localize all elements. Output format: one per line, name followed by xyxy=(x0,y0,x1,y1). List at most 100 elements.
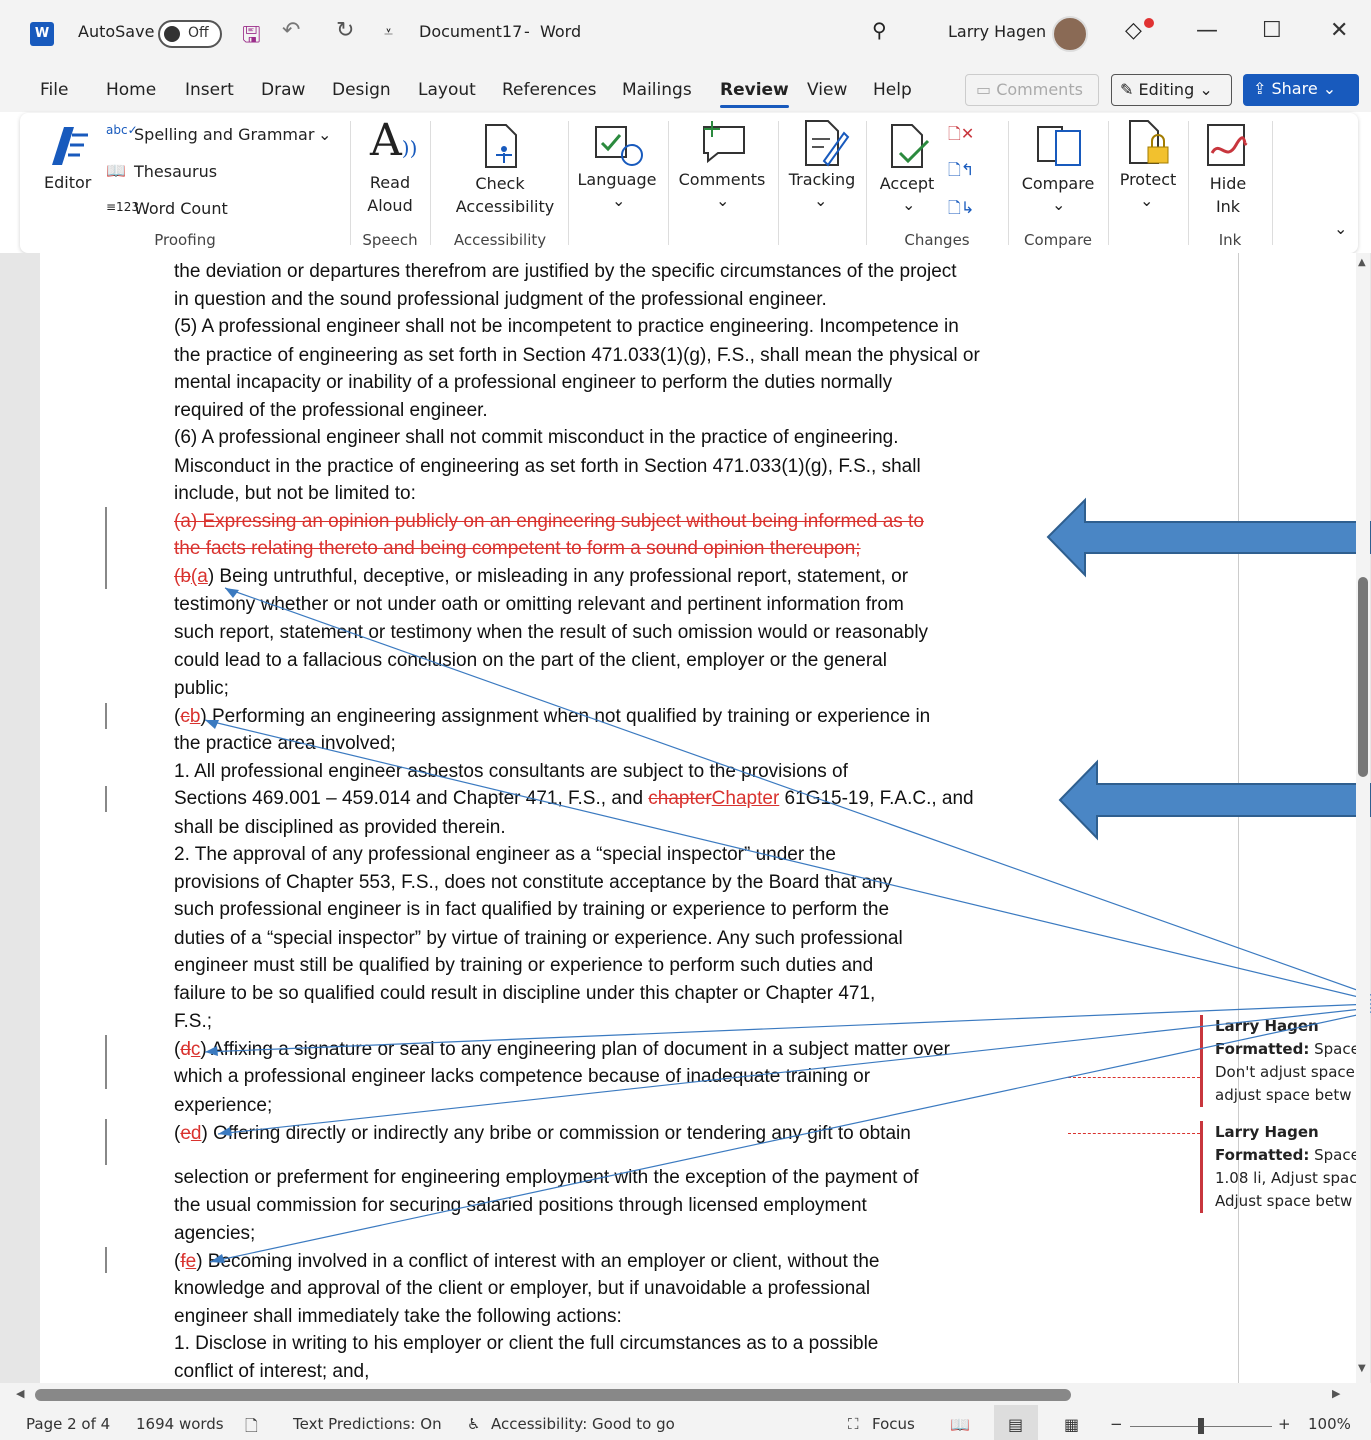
ribbon-collapse-icon[interactable]: ⌄ xyxy=(1334,219,1347,238)
hide-ink-icon[interactable] xyxy=(1206,123,1250,169)
previous-change-icon[interactable]: 🗋↰ xyxy=(948,159,974,186)
vertical-scroll-thumb[interactable] xyxy=(1358,577,1368,777)
doc-line: (ed) Offering directly or indirectly any… xyxy=(174,1123,911,1145)
zoom-slider-thumb[interactable] xyxy=(1198,1418,1204,1434)
tab-draw[interactable]: Draw xyxy=(261,80,305,100)
spelling-grammar-button[interactable]: Spelling and Grammar xyxy=(134,125,314,144)
tab-file[interactable]: File xyxy=(40,80,68,100)
language-chevron-icon[interactable]: ⌄ xyxy=(612,191,625,210)
tab-view[interactable]: View xyxy=(807,80,847,100)
language-icon[interactable] xyxy=(594,123,644,169)
next-change-icon[interactable]: 🗋↳ xyxy=(948,197,974,224)
accept-button[interactable]: Accept xyxy=(872,174,942,193)
read-aloud-icon[interactable]: A)) xyxy=(370,115,417,166)
compare-button[interactable]: Compare xyxy=(1016,174,1100,193)
new-comment-icon[interactable] xyxy=(700,119,748,165)
search-icon[interactable]: ⚲ xyxy=(872,18,887,42)
protect-button[interactable]: Protect xyxy=(1112,170,1184,189)
zoom-out-button[interactable]: − xyxy=(1110,1415,1123,1433)
doc-line: such report, statement or testimony when… xyxy=(174,622,929,643)
language-button[interactable]: Language xyxy=(576,170,658,189)
web-layout-icon[interactable]: ▦ xyxy=(1064,1415,1079,1434)
autosave-toggle[interactable]: Off xyxy=(158,20,222,48)
print-layout-icon[interactable]: ▤ xyxy=(1008,1415,1023,1434)
read-aloud-label-2[interactable]: Aloud xyxy=(360,196,420,215)
read-aloud-label-1[interactable]: Read xyxy=(360,173,420,192)
editing-mode-button[interactable]: ✎ Editing ⌄ xyxy=(1111,74,1232,106)
accessibility-check-icon[interactable] xyxy=(482,123,522,171)
comments-chevron-icon[interactable]: ⌄ xyxy=(716,191,729,210)
undo-icon[interactable]: ↶ xyxy=(282,18,300,43)
tab-insert[interactable]: Insert xyxy=(185,80,234,100)
scroll-left-icon[interactable]: ◀ xyxy=(16,1387,24,1400)
word-count-button[interactable]: Word Count xyxy=(134,199,228,218)
share-button[interactable]: ⇪ Share ⌄ xyxy=(1243,74,1359,106)
document-area: the deviation or departures therefrom ar… xyxy=(0,253,1371,1383)
redo-icon[interactable]: ↻ xyxy=(336,18,354,43)
scroll-right-icon[interactable]: ▶ xyxy=(1332,1387,1340,1400)
tab-design[interactable]: Design xyxy=(332,80,391,100)
revision-balloon[interactable]: Larry Hagen Formatted: Space 1.08 li, Ad… xyxy=(1200,1121,1360,1213)
tracking-icon[interactable] xyxy=(802,119,850,169)
horizontal-scroll-thumb[interactable] xyxy=(35,1389,1071,1401)
accessibility-status[interactable]: Accessibility: Good to go xyxy=(491,1415,675,1433)
reject-change-icon[interactable]: 🗋✕ xyxy=(948,123,974,150)
inserted-text: (a xyxy=(190,566,208,587)
doc-line: Sections 469.001 – 459.014 and Chapter 4… xyxy=(174,788,974,810)
tab-home[interactable]: Home xyxy=(106,80,156,100)
compare-chevron-icon[interactable]: ⌄ xyxy=(1052,195,1065,214)
comments-ribbon-button[interactable]: Comments xyxy=(676,170,768,189)
tab-review[interactable]: Review xyxy=(720,80,789,108)
spelling-chevron-icon[interactable]: ⌄ xyxy=(318,125,331,144)
horizontal-scrollbar[interactable]: ◀ ▶ xyxy=(0,1383,1371,1405)
doc-line: in question and the sound professional j… xyxy=(174,289,827,310)
document-page[interactable]: the deviation or departures therefrom ar… xyxy=(40,253,1360,1383)
proofing-status-icon[interactable]: 🗋 xyxy=(245,1415,258,1440)
scroll-down-icon[interactable]: ▼ xyxy=(1358,1363,1366,1374)
doc-line: such professional engineer is in fact qu… xyxy=(174,899,890,920)
check-accessibility-label-1[interactable]: Check xyxy=(440,174,560,193)
maximize-button[interactable]: ☐ xyxy=(1262,18,1282,43)
vertical-scrollbar[interactable]: ▲ ▼ xyxy=(1356,253,1370,1383)
tracking-button[interactable]: Tracking xyxy=(782,170,862,189)
thesaurus-button[interactable]: Thesaurus xyxy=(134,162,217,181)
save-icon[interactable]: 🖫 xyxy=(242,18,261,56)
zoom-in-button[interactable]: + xyxy=(1278,1415,1291,1433)
accept-chevron-icon[interactable]: ⌄ xyxy=(902,195,915,214)
tab-references[interactable]: References xyxy=(502,80,596,100)
page-indicator[interactable]: Page 2 of 4 xyxy=(26,1415,110,1433)
editor-button[interactable]: Editor xyxy=(44,173,91,192)
hide-ink-label-2[interactable]: Ink xyxy=(1198,197,1258,216)
balloon-author: Larry Hagen xyxy=(1215,1123,1319,1141)
protect-chevron-icon[interactable]: ⌄ xyxy=(1140,191,1153,210)
check-accessibility-label-2[interactable]: Accessibility xyxy=(440,197,570,216)
user-name[interactable]: Larry Hagen xyxy=(948,22,1046,41)
thesaurus-icon: 📖 xyxy=(106,161,126,180)
word-count-indicator[interactable]: 1694 words xyxy=(136,1415,224,1433)
editor-icon[interactable] xyxy=(44,121,92,171)
focus-button[interactable]: Focus xyxy=(872,1415,915,1433)
zoom-level[interactable]: 100% xyxy=(1308,1415,1351,1433)
premium-diamond-icon[interactable]: ◇ xyxy=(1125,18,1142,43)
tab-layout[interactable]: Layout xyxy=(418,80,476,100)
minimize-button[interactable]: — xyxy=(1196,18,1218,43)
document-title: Document17 xyxy=(419,22,523,41)
accept-change-icon[interactable] xyxy=(888,123,932,173)
tracking-chevron-icon[interactable]: ⌄ xyxy=(814,191,827,210)
hide-ink-label-1[interactable]: Hide xyxy=(1198,174,1258,193)
customize-toolbar-icon[interactable]: ⩡ xyxy=(384,22,393,42)
deleted-line: the facts relating thereto and being com… xyxy=(174,538,861,559)
revision-balloon[interactable]: Larry Hagen Formatted: Space Don't adjus… xyxy=(1200,1015,1360,1107)
compare-icon[interactable] xyxy=(1036,123,1084,169)
close-button[interactable]: ✕ xyxy=(1330,18,1348,43)
inserted-text: b xyxy=(189,706,201,727)
tab-mailings[interactable]: Mailings xyxy=(622,80,692,100)
text-predictions-indicator[interactable]: Text Predictions: On xyxy=(293,1415,442,1433)
read-mode-icon[interactable]: 📖 xyxy=(950,1415,970,1434)
avatar[interactable] xyxy=(1052,16,1088,52)
comments-button[interactable]: ▭ Comments xyxy=(965,74,1099,106)
protect-icon[interactable] xyxy=(1124,119,1172,167)
tab-help[interactable]: Help xyxy=(873,80,912,100)
scroll-up-icon[interactable]: ▲ xyxy=(1358,257,1366,268)
text-run: ) Affixing a signature or seal to any en… xyxy=(200,1039,950,1060)
